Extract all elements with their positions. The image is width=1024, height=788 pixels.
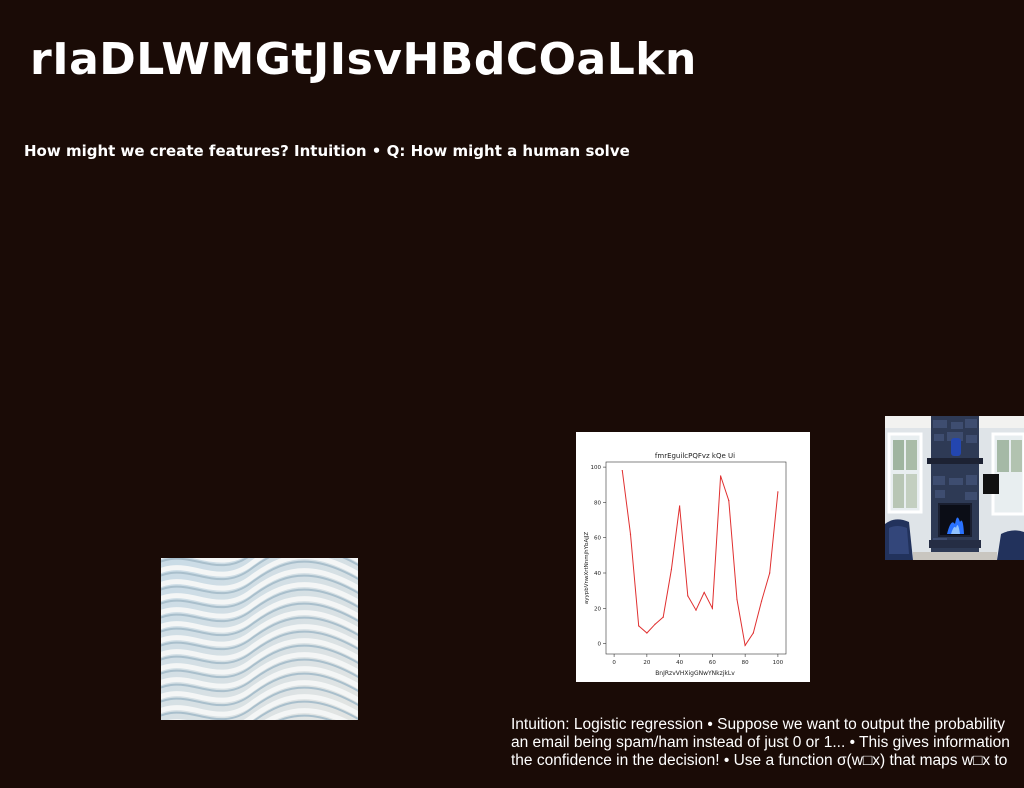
- slide-subtitle: How might we create features? Intuition …: [24, 142, 630, 160]
- chart-data-point: [711, 607, 713, 609]
- line-chart: fmrEguilcPQFvz kQe Ui BnJRzvVHXigGNwYNkz…: [584, 452, 787, 677]
- x-tick-label: 40: [676, 660, 683, 666]
- chart-data-point: [662, 616, 664, 618]
- abstract-waves-image: [161, 558, 358, 720]
- chart-data-point: [760, 600, 763, 602]
- x-tick-label: 60: [709, 660, 716, 666]
- chart-y-label: ayypbVnwXrtNnmjhYbAjJZ: [584, 532, 590, 605]
- chart-series-line: [621, 470, 779, 647]
- chart-data-point: [629, 533, 632, 535]
- chart-data-point: [769, 572, 771, 574]
- chart-data-point: [695, 609, 697, 611]
- chart-data-point: [654, 623, 656, 625]
- line-chart-image: fmrEguilcPQFvz kQe Ui BnJRzvVHXigGNwYNkz…: [576, 432, 810, 682]
- waves-graphic: [161, 558, 358, 720]
- slide-title: rIaDLWMGtJIsvHBdCOaLkn: [30, 34, 697, 85]
- chart-x-label: BnJRzvVHXigGNwYNkzjkLv: [655, 670, 735, 677]
- chart-data-point: [679, 505, 681, 507]
- chart-data-point: [670, 568, 673, 571]
- y-tick-label: 60: [594, 536, 601, 542]
- chart-data-point: [719, 475, 722, 477]
- chart-data-point: [736, 598, 738, 601]
- slide-body-text: Intuition: Logistic regression • Suppose…: [511, 716, 1024, 776]
- y-tick-label: 0: [598, 642, 602, 648]
- x-tick-label: 0: [612, 660, 616, 666]
- chart-data-point: [728, 500, 730, 502]
- chart-data-point: [638, 625, 640, 627]
- body-line: the confidence in the decision! • Use a …: [511, 752, 1008, 769]
- y-tick-label: 20: [594, 606, 601, 612]
- x-tick-label: 80: [742, 660, 749, 666]
- chart-data-point: [687, 595, 689, 597]
- body-line: an email being spam/ham instead of just …: [511, 734, 1010, 751]
- chart-data-point: [777, 491, 779, 493]
- chart-data-point: [646, 632, 648, 634]
- room-graphic: [885, 416, 1024, 560]
- body-line: Intuition: Logistic regression • Suppose…: [511, 716, 1005, 733]
- x-tick-label: 20: [643, 660, 650, 666]
- chart-data-point: [752, 632, 754, 634]
- chart-data-point: [703, 591, 705, 594]
- y-tick-label: 80: [594, 500, 601, 506]
- chart-data-point: [744, 644, 746, 646]
- x-tick-label: 100: [773, 660, 784, 666]
- y-tick-label: 100: [591, 465, 602, 471]
- chart-data-point: [621, 470, 623, 472]
- y-tick-label: 40: [594, 571, 601, 577]
- living-room-fireplace-image: [885, 416, 1024, 560]
- chart-title: fmrEguilcPQFvz kQe Ui: [655, 452, 735, 460]
